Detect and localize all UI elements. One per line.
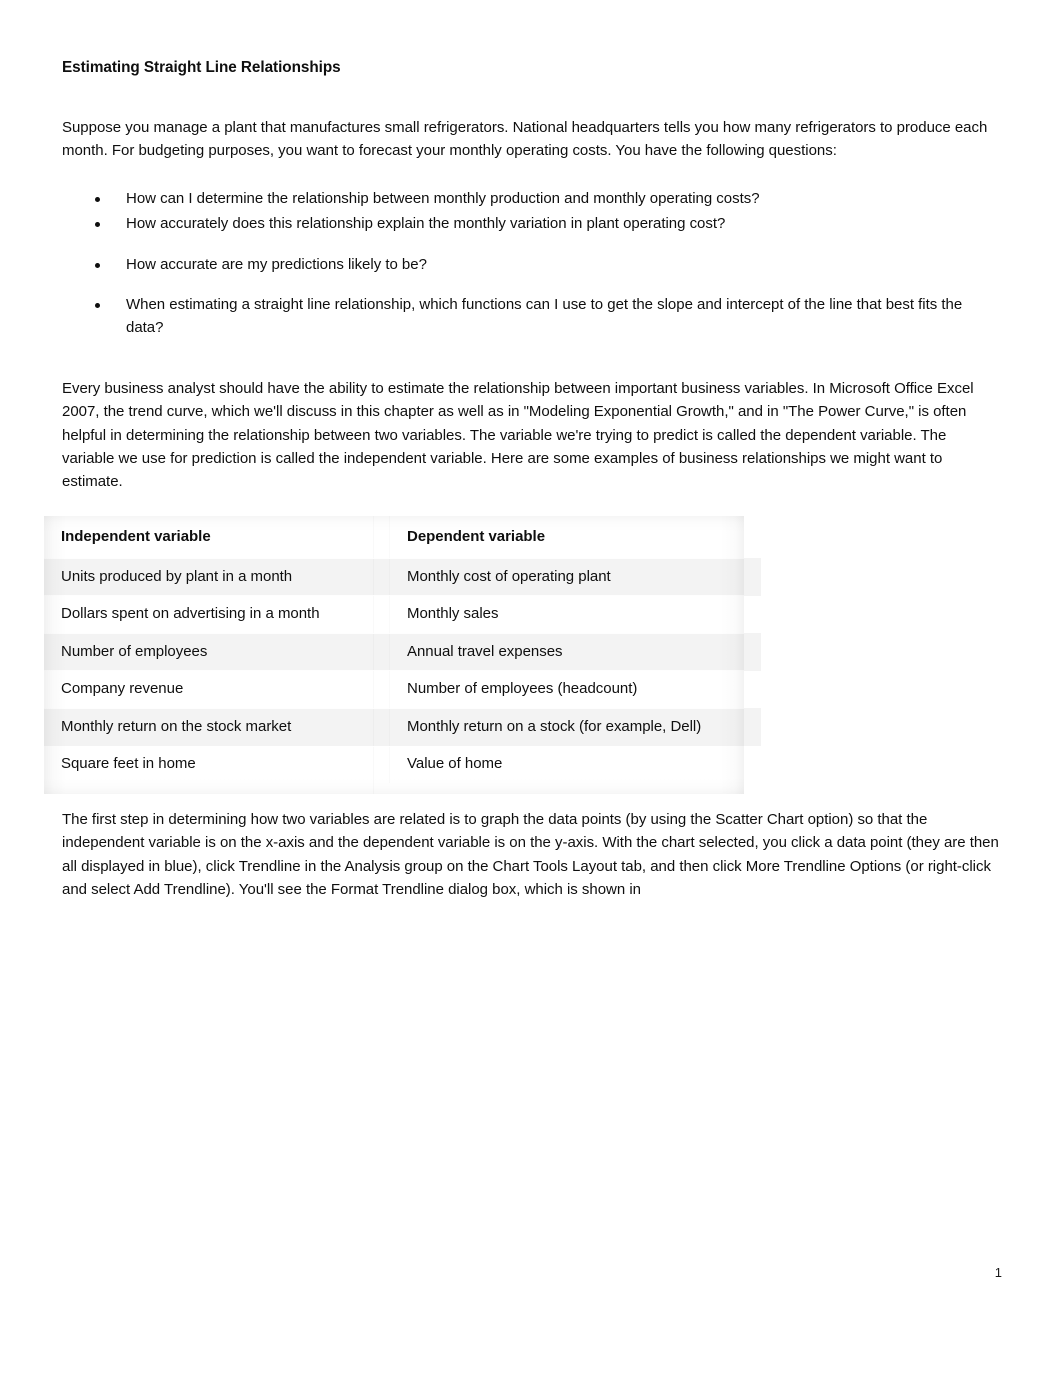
column-header-dependent: Dependent variable <box>390 516 761 558</box>
list-item-text: How can I determine the relationship bet… <box>126 189 760 207</box>
cell-independent: Square feet in home <box>44 745 390 783</box>
table-header-row: Independent variable Dependent variable <box>44 516 761 558</box>
body-paragraph: Every business analyst should have the a… <box>62 379 974 491</box>
closing-paragraph: The first step in determining how two va… <box>62 811 999 899</box>
table-header: Independent variable Dependent variable <box>44 516 761 558</box>
table-row: Number of employees Annual travel expens… <box>44 633 761 671</box>
table-body: Units produced by plant in a month Month… <box>44 558 761 783</box>
list-item: When estimating a straight line relation… <box>62 293 1002 340</box>
table-row: Dollars spent on advertising in a month … <box>44 595 761 633</box>
cell-independent: Company revenue <box>44 670 390 708</box>
document-content: Estimating Straight Line Relationships S… <box>62 58 1002 494</box>
table-row: Monthly return on the stock market Month… <box>44 708 761 746</box>
list-item: How accurate are my predictions likely t… <box>62 253 1002 276</box>
questions-list: How can I determine the relationship bet… <box>62 187 1002 340</box>
variables-table-container: Independent variable Dependent variable … <box>44 516 761 794</box>
page-title: Estimating Straight Line Relationships <box>62 59 341 76</box>
page-number: 1 <box>994 1265 1002 1280</box>
column-header-independent: Independent variable <box>44 516 390 558</box>
cell-dependent: Value of home <box>390 745 761 783</box>
table-row: Company revenue Number of employees (hea… <box>44 670 761 708</box>
bullet-dot-icon <box>95 196 100 202</box>
list-item-text: How accurate are my predictions likely t… <box>126 255 427 273</box>
list-item: How can I determine the relationship bet… <box>62 187 1002 210</box>
list-item: How accurately does this relationship ex… <box>62 212 1002 235</box>
cell-independent: Dollars spent on advertising in a month <box>44 595 390 633</box>
cell-independent: Number of employees <box>44 633 390 671</box>
intro-paragraph: Suppose you manage a plant that manufact… <box>62 119 988 160</box>
closing-paragraph-container: The first step in determining how two va… <box>62 808 1002 902</box>
document-page: Estimating Straight Line Relationships S… <box>0 0 1062 1377</box>
bullet-dot-icon <box>95 222 100 228</box>
list-item-text: When estimating a straight line relation… <box>126 296 963 337</box>
list-item-text: How accurately does this relationship ex… <box>126 215 726 233</box>
variables-table: Independent variable Dependent variable … <box>44 516 761 783</box>
cell-dependent: Annual travel expenses <box>390 633 761 671</box>
cell-dependent: Number of employees (headcount) <box>390 670 761 708</box>
cell-independent: Monthly return on the stock market <box>44 708 390 746</box>
cell-dependent: Monthly sales <box>390 595 761 633</box>
cell-dependent: Monthly return on a stock (for example, … <box>390 708 761 746</box>
table-row: Units produced by plant in a month Month… <box>44 558 761 596</box>
bullet-dot-icon <box>95 303 100 309</box>
cell-dependent: Monthly cost of operating plant <box>390 558 761 596</box>
cell-independent: Units produced by plant in a month <box>44 558 390 596</box>
bullet-dot-icon <box>95 262 100 268</box>
table-row: Square feet in home Value of home <box>44 745 761 783</box>
